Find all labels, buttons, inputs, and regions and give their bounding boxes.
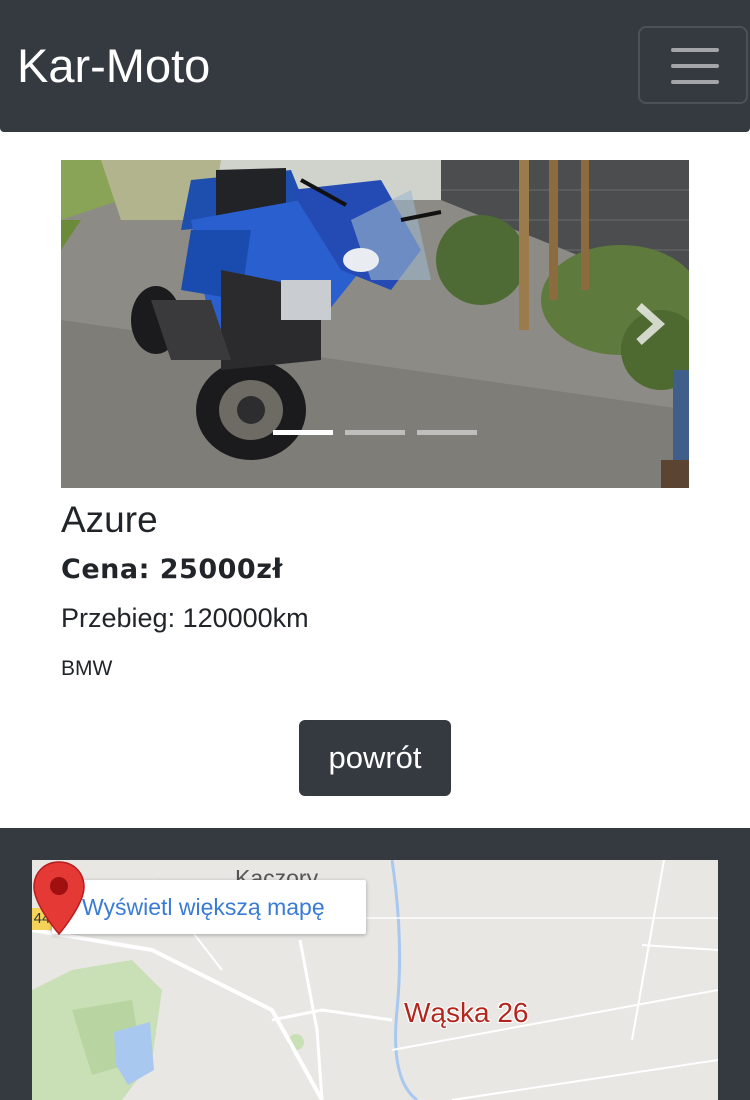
menu-toggle-button[interactable] [638,26,748,104]
carousel-indicator[interactable] [345,430,405,435]
footer: Kaczory 44 Wyświetl większą mapę Wąska 2… [0,828,750,1100]
chevron-right-icon[interactable] [629,300,669,348]
listing-make: BMW [61,657,113,680]
listing-mileage: Przebieg: 120000km [61,603,309,633]
brand-logo[interactable]: Kar-Moto [17,36,210,96]
image-carousel[interactable] [61,160,689,488]
listing-price: Cena: 25000zł [61,554,283,585]
hamburger-bar [671,80,719,84]
hamburger-menu-icon [671,48,719,52]
carousel-indicator[interactable] [417,430,477,435]
view-larger-map-link[interactable]: Wyświetl większą mapę [82,893,325,921]
back-button[interactable]: powrót [299,720,451,796]
listing-title: Azure [61,499,158,540]
embedded-map[interactable]: Kaczory 44 Wyświetl większą mapę Wąska 2… [32,860,718,1100]
motorcycle-photo [61,160,689,488]
map-pin-icon[interactable] [32,860,86,936]
map-pin-label: Wąska 26 [404,997,529,1028]
hamburger-bar [671,64,719,68]
carousel-indicator[interactable] [273,430,333,435]
larger-map-panel: Wyświetl większą mapę [52,880,366,934]
carousel-indicators [273,430,477,436]
navbar: Kar-Moto [0,0,750,132]
